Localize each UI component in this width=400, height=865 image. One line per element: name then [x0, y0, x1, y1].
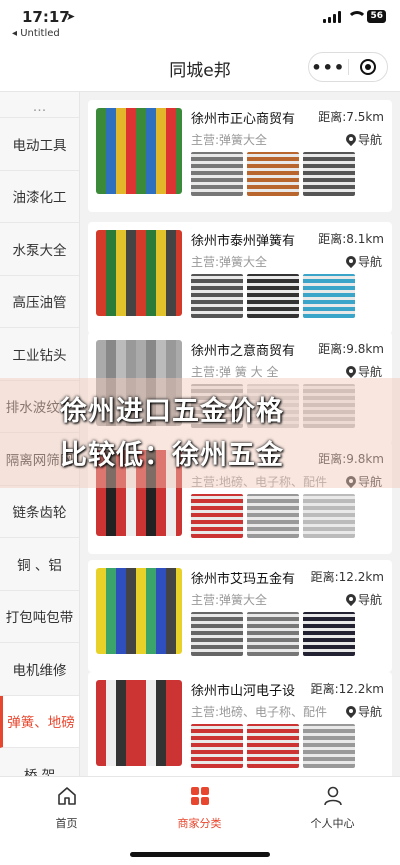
- shop-distance: 距离:9.8km: [318, 342, 384, 356]
- product-image[interactable]: [247, 494, 299, 538]
- product-image[interactable]: [191, 274, 243, 318]
- navigate-label: 导航: [357, 133, 382, 147]
- location-pin-icon: [346, 366, 356, 378]
- navigation-bar: 同城e邦 •••: [0, 44, 400, 92]
- navigate-button[interactable]: 导航: [346, 131, 382, 148]
- home-indicator: [130, 852, 270, 857]
- shop-card[interactable]: 徐州市艾玛五金有 距离:12.2km 主营:弹簧大全 导航: [88, 560, 392, 672]
- status-bar: 17:17 ➤ ◂ Untitled 56: [0, 0, 400, 44]
- product-image[interactable]: [191, 152, 243, 196]
- location-pin-icon: [346, 706, 356, 718]
- tab-categories-label: 商家分类: [177, 817, 222, 830]
- shop-business: 主营:弹簧大全: [191, 255, 268, 269]
- sidebar-item-paint-chemical[interactable]: 油漆化工: [0, 171, 79, 223]
- product-image[interactable]: [191, 494, 243, 538]
- navigate-button[interactable]: 导航: [346, 253, 382, 270]
- sidebar-item-pumps[interactable]: 水泵大全: [0, 223, 79, 276]
- shop-card[interactable]: 徐州市泰州弹簧有 距离:8.1km 主营:弹簧大全 导航: [88, 222, 392, 334]
- shop-name: 徐州市之意商贸有: [191, 344, 296, 359]
- product-image[interactable]: [303, 274, 355, 318]
- product-image[interactable]: [247, 152, 299, 196]
- mini-program-close-icon: [359, 59, 376, 75]
- shop-thumbnail[interactable]: [96, 108, 182, 194]
- product-image[interactable]: [303, 152, 355, 196]
- sidebar-item-motor-repair[interactable]: 电机维修: [0, 643, 79, 696]
- overlay-caption-line1: 徐州进口五金价格: [60, 396, 284, 427]
- home-icon: [57, 787, 76, 805]
- navigate-label: 导航: [357, 593, 382, 607]
- sidebar-item-drill-bits[interactable]: 工业钻头: [0, 328, 79, 381]
- location-pin-icon: [346, 256, 356, 268]
- shop-business: 主营:地磅、电子称、配件: [191, 705, 328, 719]
- product-image[interactable]: [191, 612, 243, 656]
- location-arrow-icon: ➤: [66, 10, 76, 23]
- shop-distance: 距离:12.2km: [310, 570, 384, 584]
- location-pin-icon: [346, 594, 356, 606]
- more-dots-icon[interactable]: •••: [309, 58, 348, 77]
- sidebar-item-power-tools[interactable]: 电动工具: [0, 118, 79, 171]
- sidebar-item-bridge-frame[interactable]: 桥 架: [0, 748, 79, 776]
- shop-name: 徐州市正心商贸有: [191, 112, 296, 127]
- wifi-icon: [347, 10, 368, 23]
- overlay-caption-line2: 比较低：徐州五金: [60, 440, 284, 471]
- shop-business: 主营:弹簧大全: [191, 593, 268, 607]
- product-image[interactable]: [247, 612, 299, 656]
- shop-name: 徐州市山河电子设: [191, 684, 296, 699]
- shop-name: 徐州市艾玛五金有: [191, 572, 296, 587]
- sidebar-item-copper-aluminum[interactable]: 铜 、铝: [0, 538, 79, 591]
- shop-distance: 距离:12.2km: [310, 682, 384, 696]
- shop-thumbnail[interactable]: [96, 680, 182, 766]
- bottom-tab-bar: 首页 商家分类 个人中心: [0, 776, 400, 865]
- shop-card[interactable]: 徐州市山河电子设 距离:12.2km 主营:地磅、电子称、配件 导航: [88, 672, 392, 776]
- shop-distance: 距离:7.5km: [318, 110, 384, 124]
- product-image[interactable]: [247, 274, 299, 318]
- shop-thumbnail[interactable]: [96, 568, 182, 654]
- sidebar-item-hydraulic-hose[interactable]: 高压油管: [0, 276, 79, 328]
- product-image[interactable]: [303, 612, 355, 656]
- navigate-button[interactable]: 导航: [346, 703, 382, 720]
- navigate-button[interactable]: 导航: [346, 591, 382, 608]
- location-pin-icon: [346, 134, 356, 146]
- sidebar-item-springs-scales[interactable]: 弹簧、地磅: [0, 695, 79, 748]
- tab-categories[interactable]: 商家分类: [133, 785, 266, 831]
- back-to-app-link[interactable]: ◂ Untitled: [12, 28, 60, 39]
- signal-icon: [323, 10, 342, 23]
- tab-profile[interactable]: 个人中心: [266, 785, 399, 831]
- navigate-label: 导航: [357, 255, 382, 269]
- battery-icon: 56: [367, 10, 386, 23]
- product-image[interactable]: [303, 494, 355, 538]
- sidebar-item-chain-gear[interactable]: 链条齿轮: [0, 486, 79, 538]
- shop-business: 主营:弹簧大全: [191, 133, 268, 147]
- close-button[interactable]: [348, 59, 387, 75]
- person-icon: [323, 786, 342, 806]
- battery-level: 56: [370, 11, 383, 21]
- navigate-label: 导航: [357, 705, 382, 719]
- tab-profile-label: 个人中心: [310, 817, 355, 830]
- tab-home[interactable]: 首页: [0, 785, 133, 831]
- tab-home-label: 首页: [55, 817, 78, 830]
- shop-thumbnail[interactable]: [96, 230, 182, 316]
- shop-card[interactable]: 徐州市正心商贸有 距离:7.5km 主营:弹簧大全 导航: [88, 100, 392, 212]
- mini-program-capsule: •••: [308, 52, 388, 82]
- sidebar-item-partial[interactable]: …: [0, 92, 79, 118]
- overlay-caption: 徐州进口五金价格 比较低：徐州五金: [60, 390, 360, 478]
- shop-distance: 距离:8.1km: [318, 232, 384, 246]
- product-image[interactable]: [303, 724, 355, 768]
- product-image[interactable]: [191, 724, 243, 768]
- sidebar-item-packing-belt[interactable]: 打包吨包带: [0, 591, 79, 643]
- shop-name: 徐州市泰州弹簧有: [191, 234, 296, 249]
- status-time: 17:17: [22, 8, 70, 26]
- product-image[interactable]: [247, 724, 299, 768]
- category-grid-icon: [190, 787, 209, 805]
